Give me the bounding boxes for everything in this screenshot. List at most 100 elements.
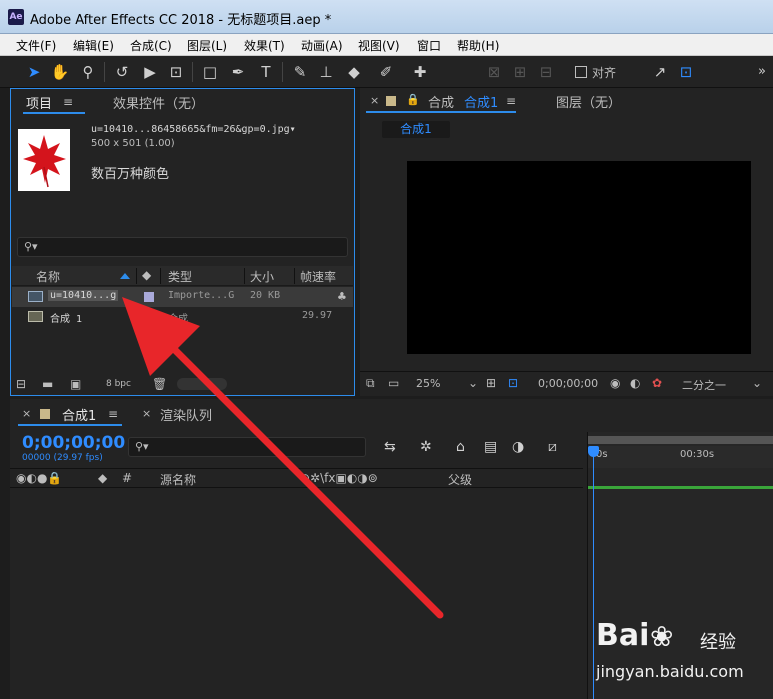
rotate-tool-icon[interactable]: ↺ — [112, 62, 132, 82]
time-ruler[interactable]: 0s 00:30s — [588, 446, 773, 468]
zoom-select[interactable]: 25% — [416, 377, 440, 390]
tab-composition[interactable]: 合成1 — [464, 92, 498, 111]
color-channels-icon[interactable]: ✿ — [652, 376, 662, 390]
tab-render-queue[interactable]: 渲染队列 — [160, 405, 212, 424]
new-composition-icon[interactable]: ▣ — [70, 377, 81, 391]
timeline-timecode[interactable]: 0;00;00;00 — [22, 433, 125, 453]
column-name[interactable]: 名称 — [36, 268, 60, 285]
label-tag-icon[interactable]: ◆ — [98, 471, 107, 485]
column-parent[interactable]: 父级 — [448, 471, 472, 488]
thumbnail-size-slider[interactable] — [177, 378, 227, 390]
flowchart-icon[interactable]: ♣ — [337, 290, 347, 303]
selection-tool-icon[interactable]: ➤ — [24, 62, 44, 82]
panel-menu-icon[interactable]: ≡ — [63, 95, 73, 109]
brush-tool-icon[interactable]: ✎ — [290, 62, 310, 82]
project-footer: ⊟ ▬ ▣ 8 bpc 🗑 — [12, 374, 353, 394]
snap-checkbox[interactable] — [575, 66, 587, 78]
label-color-swatch[interactable] — [144, 312, 154, 322]
zoom-tool-icon[interactable]: ⚲ — [78, 62, 98, 82]
trash-icon[interactable]: 🗑 — [152, 377, 167, 391]
always-preview-icon[interactable]: ⧉ — [366, 376, 375, 391]
bit-depth-button[interactable]: 8 bpc — [106, 379, 131, 389]
more-icon[interactable]: » — [752, 62, 772, 82]
clone-stamp-tool-icon[interactable]: ⊥ — [316, 62, 336, 82]
camera-tool-icon[interactable]: ▶ — [140, 62, 160, 82]
current-time-display[interactable]: 0;00;00;00 — [538, 377, 598, 390]
shy-layers-icon[interactable]: ⌂ — [456, 439, 465, 455]
current-time-indicator-handle[interactable] — [588, 446, 599, 457]
hand-tool-icon[interactable]: ✋ — [50, 62, 70, 82]
label-tag-icon[interactable]: ◆ — [142, 268, 151, 282]
pan-behind-tool-icon[interactable]: ⊡ — [166, 62, 186, 82]
resolution-select[interactable]: 二分之一 — [682, 377, 726, 393]
time-navigator[interactable] — [588, 436, 773, 444]
chevron-down-icon[interactable]: ⌄ — [468, 376, 478, 390]
project-search-input[interactable]: ⚲▾ — [17, 237, 348, 257]
close-icon[interactable]: × — [370, 94, 379, 107]
show-snapshot-icon[interactable]: ◐ — [630, 376, 640, 390]
snap-target-icon[interactable]: ⊡ — [676, 62, 696, 82]
lock-icon[interactable]: 🔒 — [406, 93, 420, 106]
rectangle-tool-icon[interactable]: □ — [200, 62, 220, 82]
menu-help[interactable]: 帮助(H) — [457, 37, 499, 54]
column-source-name[interactable]: 源名称 — [160, 471, 196, 488]
label-color-swatch[interactable] — [144, 292, 154, 302]
panel-menu-icon[interactable]: ≡ — [108, 407, 118, 421]
project-item-image[interactable]: u=10410...g Importe...G 20 KB ♣ — [12, 287, 353, 307]
column-fps[interactable]: 帧速率 — [300, 268, 336, 285]
project-panel: 项目 ≡ 效果控件（无） u=10410...86458665&fm=26&gp… — [10, 88, 355, 396]
panel-menu-icon[interactable]: ≡ — [506, 94, 516, 108]
tab-timeline-comp[interactable]: 合成1 — [62, 405, 96, 424]
view-axis-icon[interactable]: ⊟ — [536, 62, 556, 82]
comp-navigator-tab[interactable]: 合成1 — [382, 121, 450, 138]
safe-margins-icon[interactable]: ⊞ — [486, 376, 496, 390]
new-folder-icon[interactable]: ▬ — [42, 377, 53, 391]
av-features-icon[interactable]: ◉◐●🔒 — [16, 471, 62, 485]
comp-mini-flowchart-icon[interactable]: ⇆ — [384, 439, 396, 455]
roto-brush-tool-icon[interactable]: ✐ — [376, 62, 396, 82]
frame-blending-icon[interactable]: ▤ — [484, 439, 497, 455]
snapshot-icon[interactable]: ◉ — [610, 376, 620, 390]
close-icon[interactable]: × — [22, 407, 31, 420]
menu-composition[interactable]: 合成(C) — [130, 37, 172, 54]
menu-animation[interactable]: 动画(A) — [301, 37, 343, 54]
menu-file[interactable]: 文件(F) — [16, 37, 56, 54]
mask-visibility-icon[interactable]: ⊡ — [508, 376, 518, 390]
tab-layer[interactable]: 图层（无） — [556, 92, 621, 111]
eraser-tool-icon[interactable]: ◆ — [344, 62, 364, 82]
motion-blur-icon[interactable]: ◑ — [512, 439, 524, 455]
close-icon[interactable]: × — [142, 407, 151, 420]
draft-3d-icon[interactable]: ✲ — [420, 439, 432, 455]
snap-option-icon[interactable]: ↗ — [650, 62, 670, 82]
tab-active-indicator — [366, 111, 516, 113]
menu-window[interactable]: 窗口 — [417, 37, 441, 54]
graph-editor-icon[interactable]: ⧄ — [548, 439, 557, 455]
sort-ascending-icon[interactable] — [120, 273, 130, 279]
chevron-down-icon[interactable]: ⌄ — [752, 376, 762, 390]
monitor-icon[interactable]: ▭ — [388, 376, 399, 390]
baidu-url: jingyan.baidu.com — [596, 662, 744, 681]
layer-switches-icon[interactable]: ⊕✲\fx▣◐◑⊚ — [300, 471, 378, 485]
menu-edit[interactable]: 编辑(E) — [73, 37, 114, 54]
tab-effect-controls[interactable]: 效果控件（无） — [113, 93, 204, 112]
baidu-watermark: Bai ❀ 经验 jingyan.baidu.com — [588, 618, 768, 686]
local-axis-icon[interactable]: ⊠ — [484, 62, 504, 82]
tab-project[interactable]: 项目 — [26, 93, 52, 112]
file-dimensions: 500 x 501 (1.00) — [91, 138, 175, 149]
pen-tool-icon[interactable]: ✒ — [228, 62, 248, 82]
menu-layer[interactable]: 图层(L) — [187, 37, 227, 54]
project-item-composition[interactable]: 合成 1 合成 29.97 — [12, 307, 353, 327]
work-area-bar[interactable] — [588, 486, 773, 489]
puppet-tool-icon[interactable]: ✚ — [410, 62, 430, 82]
world-axis-icon[interactable]: ⊞ — [510, 62, 530, 82]
column-size[interactable]: 大小 — [250, 268, 274, 285]
interpret-footage-icon[interactable]: ⊟ — [16, 377, 26, 391]
menu-effect[interactable]: 效果(T) — [244, 37, 285, 54]
timeline-search-input[interactable]: ⚲▾ — [128, 437, 366, 457]
column-divider — [136, 268, 137, 284]
composition-viewer[interactable] — [407, 161, 751, 354]
ruler-tick-label: 00:30s — [680, 449, 715, 460]
type-tool-icon[interactable]: T — [256, 62, 276, 82]
menu-view[interactable]: 视图(V) — [358, 37, 400, 54]
column-type[interactable]: 类型 — [168, 268, 192, 285]
